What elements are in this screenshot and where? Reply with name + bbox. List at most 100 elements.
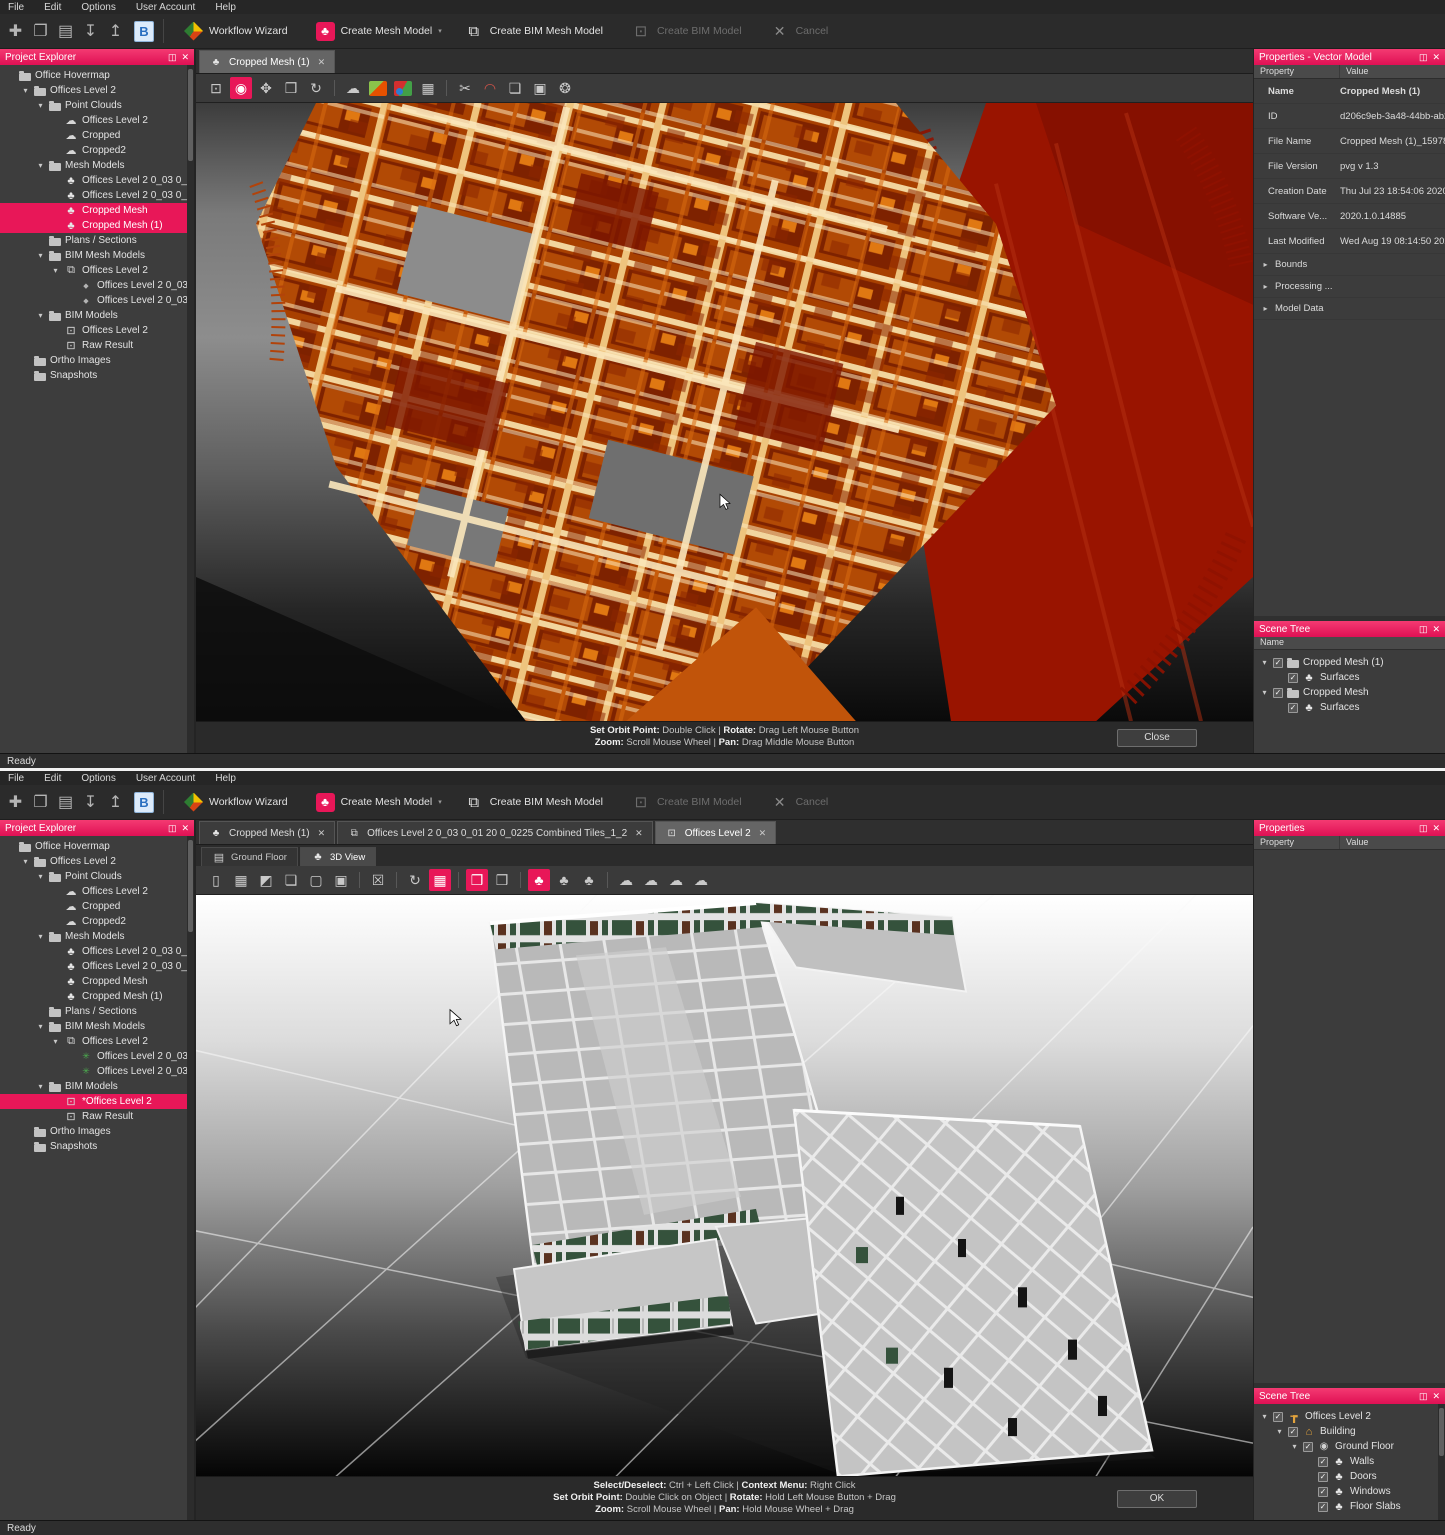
visibility-checkbox[interactable]: ✓ [1273, 688, 1283, 698]
visibility-checkbox[interactable]: ✓ [1288, 673, 1298, 683]
expander-icon[interactable]: ▾ [36, 251, 45, 260]
expander-icon[interactable]: ▾ [36, 872, 45, 881]
ifc-grid-icon[interactable]: ▦ [429, 869, 451, 891]
expander-icon[interactable]: ▾ [21, 857, 30, 866]
export-icon[interactable]: ↥ [103, 18, 128, 44]
tree-item[interactable]: Cropped Mesh (1) [0, 989, 194, 1004]
menu-item[interactable]: Options [81, 773, 115, 784]
tree-item[interactable]: ▾ Mesh Models [0, 929, 194, 944]
tree-item[interactable]: ▾ BIM Mesh Models [0, 1019, 194, 1034]
point-cloud-viewport[interactable] [196, 103, 1253, 721]
toolbar-button[interactable]: Workflow Wizard [173, 16, 305, 46]
wireframe-display-icon[interactable]: ▦ [417, 77, 439, 99]
close-icon[interactable]: ✕ [1432, 52, 1440, 63]
rotate-view-icon[interactable]: ↻ [404, 869, 426, 891]
property-group[interactable]: ▸ Processing ... [1254, 276, 1445, 298]
expander-icon[interactable]: ▾ [1290, 1442, 1299, 1451]
expander-icon[interactable]: ▾ [36, 161, 45, 170]
toolbar-button[interactable]: ⊡ Create BIM Model [620, 787, 759, 817]
visibility-checkbox[interactable]: ✓ [1273, 1412, 1283, 1422]
tree-item[interactable]: Cropped [0, 899, 194, 914]
scene-tree-item[interactable]: ▾ ✓ Ground Floor [1254, 1439, 1445, 1454]
expander-icon[interactable]: ▾ [36, 1082, 45, 1091]
expander-icon[interactable]: ▾ [1260, 658, 1269, 667]
tree-item[interactable]: Offices Level 2 0_03 0_01 20 0... [0, 959, 194, 974]
visibility-checkbox[interactable]: ✓ [1318, 1487, 1328, 1497]
delete-tool-icon[interactable]: ☒ [367, 869, 389, 891]
visibility-checkbox[interactable]: ✓ [1318, 1502, 1328, 1512]
dropdown-caret-icon[interactable]: ▾ [438, 798, 442, 806]
snapshot-tool-icon[interactable]: ▣ [529, 77, 551, 99]
close-tab-icon[interactable]: ✕ [318, 57, 326, 68]
mesh-view-icon[interactable]: ♣ [528, 869, 550, 891]
vsep-icon[interactable] [446, 80, 447, 96]
toolbar-button[interactable]: ♣ Create Mesh Model ▾ [305, 787, 453, 817]
tree-item[interactable]: ▾ Offices Level 2 [0, 263, 194, 278]
toolbar-button[interactable]: ✕ Cancel [759, 16, 846, 46]
tree-item[interactable]: Offices Level 2 0_03 0_01 ... [0, 278, 194, 293]
menu-item[interactable]: Options [81, 2, 115, 13]
tree-item[interactable]: Cropped Mesh [0, 974, 194, 989]
toolbar-button[interactable]: ⊡ Create BIM Model [620, 16, 759, 46]
close-tab-icon[interactable]: ✕ [318, 828, 326, 839]
tree-item[interactable]: ▾ Offices Level 2 [0, 83, 194, 98]
expander-icon[interactable]: ▾ [1260, 1412, 1269, 1421]
tree-item[interactable]: ▾ Offices Level 2 [0, 854, 194, 869]
vsep-icon[interactable] [396, 872, 397, 888]
floor-plan-icon[interactable]: ❏ [280, 869, 302, 891]
scene-tree-item[interactable]: ✓ Windows [1254, 1484, 1445, 1499]
property-group[interactable]: ▸ Model Data [1254, 298, 1445, 320]
add-slab-icon[interactable]: ◩ [255, 869, 277, 891]
close-icon[interactable]: ✕ [1432, 624, 1440, 635]
tree-item[interactable]: *Offices Level 2 [0, 1094, 194, 1109]
menu-item[interactable]: Help [215, 773, 236, 784]
scrollbar[interactable] [187, 65, 194, 753]
export-icon[interactable]: ↥ [103, 789, 128, 815]
menu-item[interactable]: File [8, 773, 24, 784]
scrollbar[interactable] [187, 836, 194, 1520]
expander-icon[interactable]: ▾ [21, 86, 30, 95]
view-tab[interactable]: Offices Level 2 0_03 0_01 20 0_0225 Comb… [337, 821, 653, 844]
close-icon[interactable]: ✕ [1432, 823, 1440, 834]
expander-icon[interactable]: ▸ [1261, 304, 1270, 313]
tree-item[interactable]: Cropped2 [0, 914, 194, 929]
tree-item[interactable]: Snapshots [0, 368, 194, 383]
expander-icon[interactable]: ▸ [1261, 260, 1270, 269]
elevation-display-icon[interactable] [394, 81, 412, 96]
tree-item[interactable]: ▾ BIM Models [0, 308, 194, 323]
new-file-icon[interactable]: ✚ [3, 18, 28, 44]
vsep-icon[interactable] [520, 872, 521, 888]
tree-item[interactable]: Offices Level 2 0_03 0_01 ... [0, 293, 194, 308]
tree-item[interactable]: Raw Result [0, 338, 194, 353]
view-tab[interactable]: Cropped Mesh (1) ✕ [199, 821, 335, 844]
sub-tab[interactable]: Ground Floor [201, 847, 298, 866]
measure-tool-icon[interactable]: ◠ [479, 77, 501, 99]
visibility-checkbox[interactable]: ✓ [1318, 1472, 1328, 1482]
visibility-checkbox[interactable]: ✓ [1273, 658, 1283, 668]
scrollbar-thumb[interactable] [1439, 1408, 1444, 1456]
dock-icon[interactable]: ◫ [1419, 1391, 1428, 1402]
tree-item[interactable]: Plans / Sections [0, 1004, 194, 1019]
property-group[interactable]: ▸ Bounds [1254, 254, 1445, 276]
view-tab[interactable]: Offices Level 2 ✕ [655, 821, 777, 844]
expander-icon[interactable]: ▾ [1260, 688, 1269, 697]
visibility-checkbox[interactable]: ✓ [1288, 1427, 1298, 1437]
tree-item[interactable]: Ortho Images [0, 1124, 194, 1139]
tree-item[interactable]: ▾ Point Clouds [0, 98, 194, 113]
menu-item[interactable]: User Account [136, 2, 195, 13]
save-file-icon[interactable]: ▤ [53, 789, 78, 815]
toolbar-button[interactable]: ♣ Create Mesh Model ▾ [305, 16, 453, 46]
expander-icon[interactable]: ▾ [36, 932, 45, 941]
dock-icon[interactable]: ◫ [1419, 823, 1428, 834]
tree-item[interactable]: ▾ BIM Models [0, 1079, 194, 1094]
visibility-checkbox[interactable]: ✓ [1303, 1442, 1313, 1452]
menu-item[interactable]: File [8, 2, 24, 13]
scrollbar-thumb[interactable] [188, 69, 193, 161]
bim-launcher-icon[interactable]: B [134, 792, 154, 813]
vsep-icon[interactable] [359, 872, 360, 888]
toolbar-button[interactable]: ⧉ Create BIM Mesh Model [453, 16, 620, 46]
tree-item[interactable]: Offices Level 2 0_03 0_01 20 0... [0, 188, 194, 203]
menu-item[interactable]: Help [215, 2, 236, 13]
bim-model-viewport[interactable] [196, 895, 1253, 1476]
tree-item[interactable]: Offices Level 2 0_03 0_01 20 0... [0, 173, 194, 188]
